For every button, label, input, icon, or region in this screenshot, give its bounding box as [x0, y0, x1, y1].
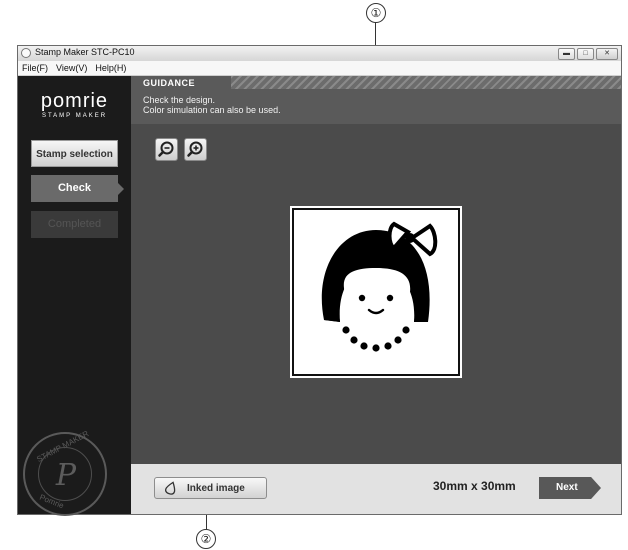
close-button[interactable]: ✕: [596, 48, 618, 60]
stamp-maker-seal-logo: STAMP MAKER P Pomrie: [23, 429, 107, 516]
maximize-button[interactable]: □: [577, 48, 594, 60]
inked-image-label: Inked image: [187, 482, 245, 494]
app-icon: [21, 48, 31, 58]
logo: pomrie: [40, 90, 109, 112]
app-window: Stamp Maker STC-PC10 ▬ □ ✕ File(F) View(…: [17, 45, 622, 516]
callout-2: ②: [196, 529, 216, 549]
minimize-button[interactable]: ▬: [558, 48, 575, 60]
guidance-label: GUIDANCE: [143, 78, 196, 88]
guidance-text: Check the design. Color simulation can a…: [143, 95, 281, 115]
zoom-out-icon: [158, 141, 174, 157]
title-bar: Stamp Maker STC-PC10 ▬ □ ✕: [18, 46, 621, 61]
step-check[interactable]: Check: [31, 175, 118, 202]
seal-inner-ring: P: [38, 447, 92, 501]
preview-area: [131, 124, 621, 464]
zoom-out-button[interactable]: [155, 138, 178, 161]
stamp-preview: [292, 208, 460, 376]
guidance-line-1: Check the design.: [143, 95, 216, 105]
guidance-decorative-pattern: [231, 76, 621, 89]
menu-help[interactable]: Help(H): [91, 61, 130, 75]
logo-subtitle: STAMP MAKER: [41, 113, 108, 119]
next-button[interactable]: Next: [539, 477, 601, 499]
guidance-panel: GUIDANCE Check the design. Color simulat…: [131, 76, 621, 124]
window-title: Stamp Maker STC-PC10: [35, 47, 135, 57]
stamp-size-text: 30mm x 30mm: [433, 479, 516, 493]
guidance-line-2: Color simulation can also be used.: [143, 105, 281, 115]
window-controls: ▬ □ ✕: [558, 48, 618, 60]
zoom-in-button[interactable]: [184, 138, 207, 161]
step-stamp-selection[interactable]: Stamp selection: [31, 140, 118, 167]
ink-drop-icon: [165, 481, 181, 495]
zoom-in-icon: [187, 141, 203, 157]
callout-1: ①: [366, 3, 386, 23]
sidebar: pomrie STAMP MAKER Stamp selection Check…: [18, 76, 131, 516]
inked-image-button[interactable]: Inked image: [154, 477, 267, 499]
menu-view[interactable]: View(V): [52, 61, 91, 75]
active-step-arrow-icon: [118, 183, 124, 195]
step-completed: Completed: [31, 211, 118, 238]
stamp-design-girl-image: [321, 221, 438, 352]
seal-letter: P: [55, 458, 77, 493]
bottom-toolbar: Inked image 30mm x 30mm Next: [131, 464, 621, 514]
menu-file[interactable]: File(F): [18, 61, 52, 75]
menu-bar: File(F) View(V) Help(H): [18, 61, 621, 76]
